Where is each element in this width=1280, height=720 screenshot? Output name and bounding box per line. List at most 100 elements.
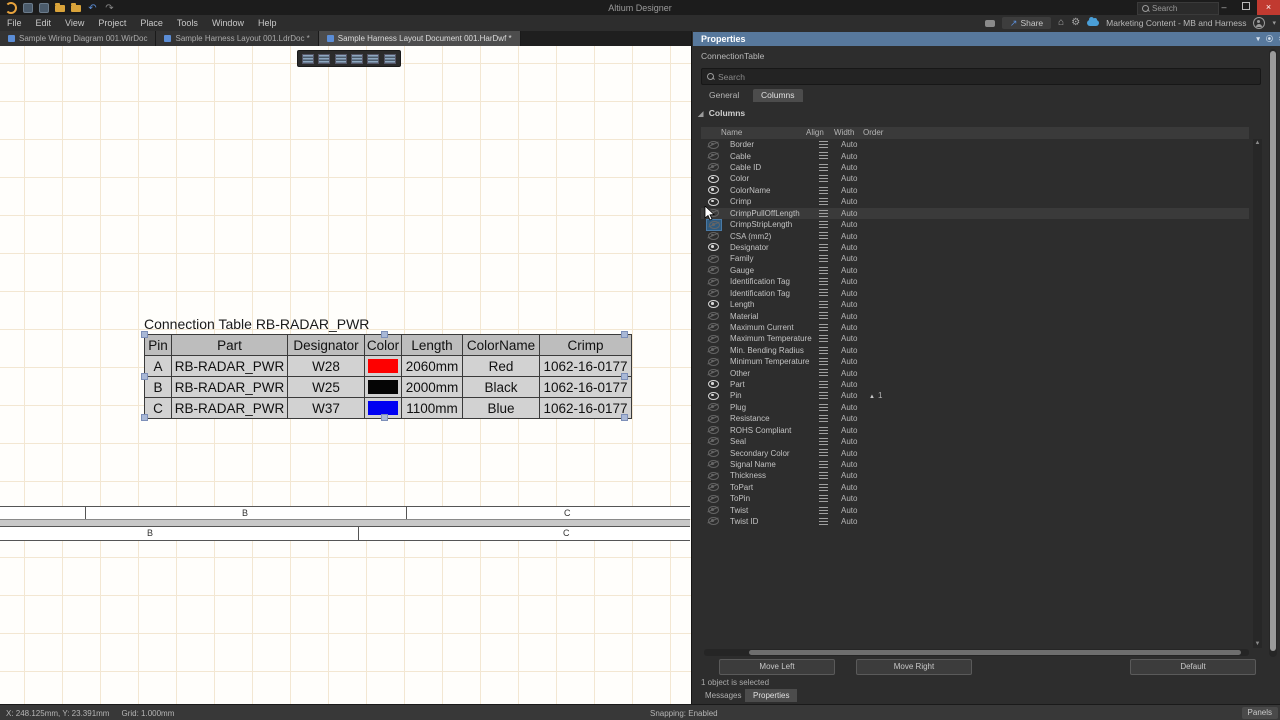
visibility-toggle[interactable] [706,277,720,287]
column-row-secondary-color[interactable]: Secondary Color Auto [701,447,1249,458]
place-table-icon[interactable] [302,53,315,64]
place-spline-icon[interactable] [351,53,364,64]
column-row-pin[interactable]: Pin Auto ▲ 1 [701,390,1249,401]
harness-canvas[interactable]: Connection Table RB-RADAR_PWR Pin Part Des… [0,46,691,704]
menu-item-project[interactable]: Project [91,15,133,31]
column-row-signal-name[interactable]: Signal Name Auto [701,459,1249,470]
column-row-crimppullofflength[interactable]: CrimpPullOffLength Auto [701,207,1249,219]
header-order[interactable]: Order [863,128,883,137]
visibility-toggle[interactable] [706,334,720,344]
panels-button[interactable]: Panels [1241,707,1278,719]
user-icon[interactable] [1253,17,1266,29]
properties-panel-header[interactable]: Properties ▾ ⦿ × [693,32,1280,46]
column-row-material[interactable]: Material Auto [701,310,1249,321]
close-button[interactable]: × [1257,0,1280,15]
place-line-icon[interactable] [383,53,396,64]
visibility-toggle[interactable] [706,516,720,526]
column-row-rohs-compliant[interactable]: ROHS Compliant Auto [701,425,1249,436]
menu-item-help[interactable]: Help [251,15,284,31]
panel-scrollbar[interactable] [1269,49,1277,657]
visibility-toggle[interactable] [706,231,720,241]
align-icon[interactable] [819,415,828,423]
visibility-toggle[interactable] [706,254,720,264]
visibility-toggle[interactable] [706,379,720,389]
align-icon[interactable] [819,163,828,171]
column-width[interactable]: Auto [841,403,857,412]
column-width[interactable]: Auto [841,152,857,161]
visibility-toggle[interactable] [706,459,720,469]
column-row-cable[interactable]: Cable Auto [701,150,1249,161]
align-icon[interactable] [819,198,828,206]
align-icon[interactable] [819,335,828,343]
open-folder-icon[interactable] [55,3,65,12]
align-icon[interactable] [819,186,828,194]
align-icon[interactable] [819,472,828,480]
column-row-maximum-current[interactable]: Maximum Current Auto [701,322,1249,333]
column-row-border[interactable]: Border Auto [701,139,1249,150]
align-icon[interactable] [819,369,828,377]
undo-icon[interactable]: ↶ [87,3,98,14]
column-width[interactable]: Auto [841,300,857,309]
header-align[interactable]: Align [806,128,824,137]
column-width[interactable]: Auto [841,357,857,366]
align-icon[interactable] [819,392,828,400]
document-tab-2[interactable]: Sample Harness Layout 001.LdrDoc * [156,31,319,46]
selection-handle[interactable] [141,331,148,338]
selection-handle[interactable] [141,414,148,421]
column-row-cable-id[interactable]: Cable ID Auto [701,162,1249,173]
workspace-label[interactable]: Marketing Content - MB and Harness [1106,18,1246,28]
column-row-twist-id[interactable]: Twist ID Auto [701,516,1249,527]
harness-band-2[interactable]: BC [0,526,690,541]
align-icon[interactable] [819,220,828,228]
visibility-toggle[interactable] [706,288,720,298]
visibility-toggle[interactable] [706,265,720,275]
panel-pin-icon[interactable]: ⦿ [1266,34,1273,44]
selection-handle[interactable] [381,414,388,421]
column-row-designator[interactable]: Designator Auto [701,242,1249,253]
column-row-crimpstriplength[interactable]: CrimpStripLength Auto [701,219,1249,232]
column-row-family[interactable]: Family Auto [701,253,1249,264]
column-width[interactable]: Auto [841,494,857,503]
button-default[interactable]: Default [1130,659,1256,675]
column-width[interactable]: Auto [841,243,857,252]
align-icon[interactable] [819,300,828,308]
document-tab-3[interactable]: Sample Harness Layout Document 001.HarDw… [318,31,521,46]
visibility-toggle[interactable] [706,425,720,435]
column-row-colorname[interactable]: ColorName Auto [701,185,1249,196]
table-row[interactable]: B RB-RADAR_PWR W25 2000mm Black 1062-16-0177 [144,376,632,398]
columns-horizontal-scrollbar[interactable] [704,649,1249,656]
column-width[interactable]: Auto [841,369,857,378]
visibility-toggle[interactable] [706,299,720,309]
column-width[interactable]: Auto [841,174,857,183]
selection-handle[interactable] [381,331,388,338]
column-width[interactable]: Auto [841,471,857,480]
align-icon[interactable] [819,175,828,183]
columns-list-scrollbar[interactable]: ▲ ▼ [1253,139,1262,648]
tab-general[interactable]: General [701,89,747,102]
table-row[interactable]: C RB-RADAR_PWR W37 1100mm Blue 1062-16-0177 [144,397,632,419]
column-width[interactable]: Auto [841,517,857,526]
column-row-color[interactable]: Color Auto [701,173,1249,184]
column-width[interactable]: Auto [841,140,857,149]
visibility-toggle[interactable] [706,151,720,161]
column-width[interactable]: Auto [841,209,857,218]
column-width[interactable]: Auto [841,391,857,400]
align-icon[interactable] [819,266,828,274]
snapping-status[interactable]: Snapping: Enabled [650,709,718,718]
align-icon[interactable] [819,312,828,320]
column-row-part[interactable]: Part Auto [701,379,1249,390]
visibility-toggle[interactable] [706,357,720,367]
align-icon[interactable] [819,449,828,457]
visibility-toggle[interactable] [706,322,720,332]
comment-icon[interactable] [984,19,995,27]
column-row-maximum-temperature[interactable]: Maximum Temperature Auto [701,333,1249,344]
visibility-toggle[interactable] [706,482,720,492]
panel-dropdown-icon[interactable]: ▾ [1256,35,1260,43]
column-width[interactable]: Auto [841,220,857,229]
column-row-thickness[interactable]: Thickness Auto [701,470,1249,481]
column-width[interactable]: Auto [841,266,857,275]
column-row-resistance[interactable]: Resistance Auto [701,413,1249,424]
column-row-topart[interactable]: ToPart Auto [701,482,1249,493]
visibility-toggle[interactable] [706,391,720,401]
visibility-toggle[interactable] [706,448,720,458]
